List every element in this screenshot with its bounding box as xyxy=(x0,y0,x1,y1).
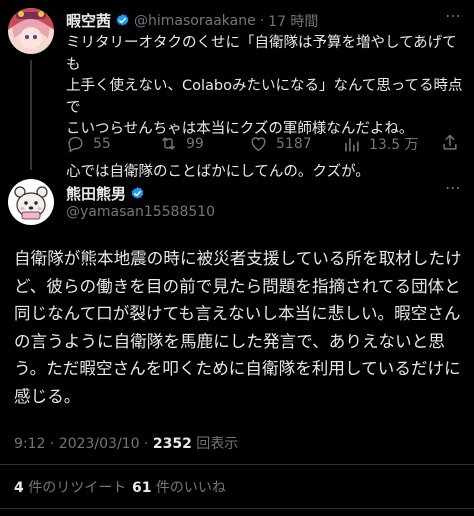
avatar-himasoraakane[interactable] xyxy=(8,8,54,54)
reply-count: 55 xyxy=(93,135,111,152)
share-icon[interactable] xyxy=(440,133,460,157)
retweet-count: 99 xyxy=(186,135,204,152)
reply-button[interactable]: 55 xyxy=(66,134,111,153)
like-icon xyxy=(251,137,266,152)
retweet-label: 件のリツイート xyxy=(23,480,127,496)
like-stats[interactable]: 61 件のいいね xyxy=(132,477,226,497)
display-name[interactable]: 暇空茜 xyxy=(66,10,111,31)
verified-badge-icon xyxy=(130,186,145,201)
post-time[interactable]: 17 時間 xyxy=(268,11,318,31)
text-line: 感じる。 xyxy=(14,386,81,406)
text-line: の言うように自衛隊を馬鹿にした発言で、ありえないと思 xyxy=(14,331,445,351)
text-line: う。ただ暇空さんを叩くために自衛隊を利用しているだけに xyxy=(14,359,461,378)
tweet-meta: 9:12 · 2023/03/10 · 2352 回表示 xyxy=(14,433,238,453)
like-button[interactable]: 5187 xyxy=(249,134,312,153)
divider xyxy=(0,508,474,509)
view-label: 回表示 xyxy=(191,436,239,452)
main-header: 熊田熊男 xyxy=(66,183,145,204)
reply-icon xyxy=(68,136,83,153)
retweet-icon xyxy=(162,137,175,150)
parent-header: 暇空茜 @himasoraakane · 17 時間 xyxy=(66,10,318,31)
like-total: 61 xyxy=(132,480,152,496)
separator: · xyxy=(259,12,265,29)
text-line: ど、彼らの働きを目の前で見たら問題を指摘されてる団体と xyxy=(14,276,461,296)
handle[interactable]: @yamasan15588510 xyxy=(66,204,215,220)
views-icon xyxy=(345,137,359,152)
display-name[interactable]: 熊田熊男 xyxy=(66,183,126,204)
text-line: 同じなんて口が裂けても言えないし本当に悲しい。暇空さん xyxy=(14,304,461,323)
retweet-stats[interactable]: 4 件のリツイート xyxy=(14,477,126,497)
retweet-total: 4 xyxy=(14,480,24,496)
handle[interactable]: @himasoraakane xyxy=(134,13,256,29)
body-line: 心では自衛隊のことばかにしてんの。クズが。 xyxy=(66,163,370,180)
like-label: 件のいいね xyxy=(151,480,226,496)
main-tweet-text: 自衛隊が熊本地震の時に被災者支援している所を取材したけ ど、彼らの働きを目の前で… xyxy=(14,245,466,410)
retweet-button[interactable]: 99 xyxy=(159,134,204,153)
timestamp[interactable]: 9:12 · 2023/03/10 · xyxy=(14,436,153,452)
thread-connector-line xyxy=(30,60,32,170)
body-line: 上手く使えない、Colaboみたいになる」なんて思ってる時点で xyxy=(66,78,463,116)
views-count: 13.5 万 xyxy=(369,137,419,153)
verified-badge-icon xyxy=(115,13,130,28)
parent-tweet-body: ミリタリーオタクのくせに「自衛隊は予算を増やしてあげても 上手く使えない、Col… xyxy=(66,33,466,183)
body-line: ミリタリーオタクのくせに「自衛隊は予算を増やしてあげても xyxy=(66,35,457,73)
avatar-yamasan[interactable] xyxy=(8,179,54,225)
text-line: 自衛隊が熊本地震の時に被災者支援している所を取材したけ xyxy=(14,249,462,268)
more-options-icon[interactable]: ⋯ xyxy=(445,6,461,25)
divider xyxy=(0,464,474,465)
more-options-icon[interactable]: ⋯ xyxy=(445,178,461,197)
view-count: 2352 xyxy=(152,436,192,452)
like-count: 5187 xyxy=(276,135,312,152)
views-button[interactable]: 13.5 万 xyxy=(342,134,419,154)
